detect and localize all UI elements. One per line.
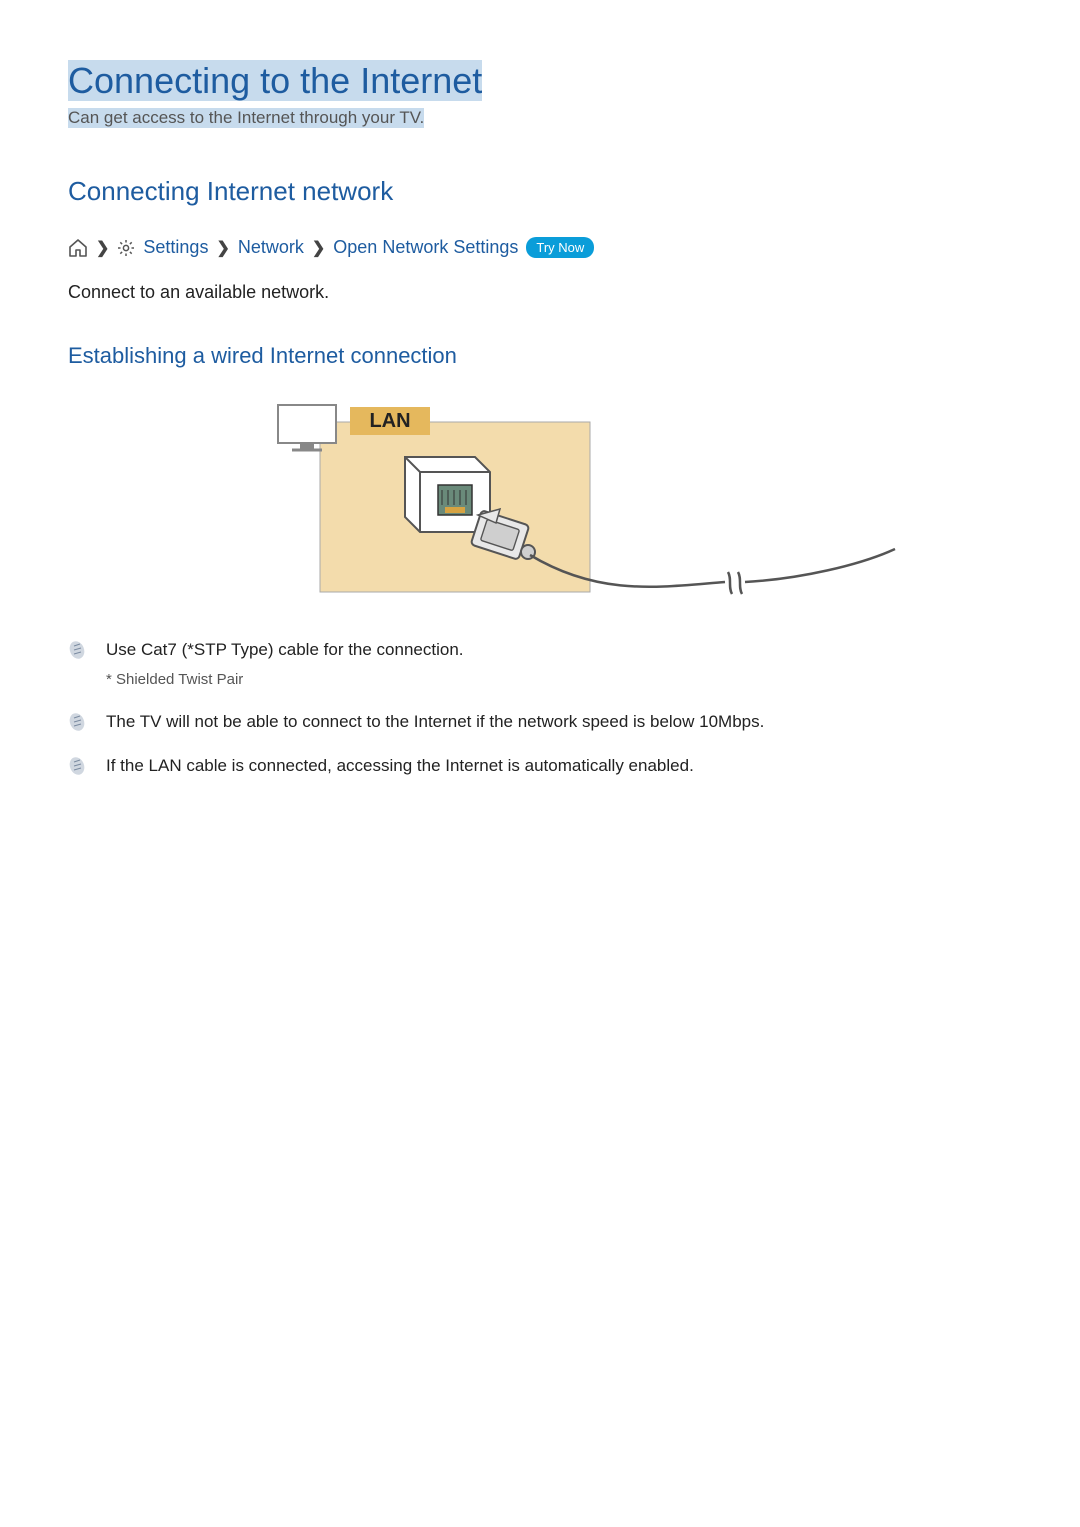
try-now-badge[interactable]: Try Now bbox=[526, 237, 594, 258]
tv-icon bbox=[278, 405, 336, 450]
lan-label: LAN bbox=[369, 410, 410, 432]
gear-icon bbox=[117, 239, 135, 257]
note-text: The TV will not be able to connect to th… bbox=[106, 709, 764, 735]
chevron-icon: ❯ bbox=[216, 238, 229, 258]
breadcrumb-open-network-settings[interactable]: Open Network Settings bbox=[333, 237, 518, 258]
note-item: If the LAN cable is connected, accessing… bbox=[68, 753, 1012, 779]
notes-list: Use Cat7 (*STP Type) cable for the conne… bbox=[68, 637, 1012, 778]
note-text: If the LAN cable is connected, accessing… bbox=[106, 753, 694, 779]
note-icon bbox=[68, 639, 86, 661]
note-text: Use Cat7 (*STP Type) cable for the conne… bbox=[106, 637, 464, 663]
note-item: The TV will not be able to connect to th… bbox=[68, 709, 1012, 735]
page-title: Connecting to the Internet bbox=[68, 60, 482, 102]
connect-network-text: Connect to an available network. bbox=[68, 282, 1012, 303]
subsection-title: Establishing a wired Internet connection bbox=[68, 343, 1012, 369]
note-icon bbox=[68, 755, 86, 777]
breadcrumb-settings[interactable]: Settings bbox=[143, 237, 208, 258]
breadcrumb-network[interactable]: Network bbox=[238, 237, 304, 258]
section-title: Connecting Internet network bbox=[68, 176, 1012, 207]
note-item: Use Cat7 (*STP Type) cable for the conne… bbox=[68, 637, 1012, 691]
lan-port-icon bbox=[405, 457, 490, 532]
chevron-icon: ❯ bbox=[312, 238, 325, 258]
lan-connection-diagram: LAN bbox=[68, 397, 1012, 607]
chevron-icon: ❯ bbox=[96, 238, 109, 258]
note-icon bbox=[68, 711, 86, 733]
note-subtext: * Shielded Twist Pair bbox=[106, 669, 464, 692]
breadcrumb: ❯ Settings ❯ Network ❯ Open Network Sett… bbox=[68, 237, 1012, 258]
page-subtitle: Can get access to the Internet through y… bbox=[68, 108, 424, 128]
home-icon bbox=[68, 239, 88, 257]
